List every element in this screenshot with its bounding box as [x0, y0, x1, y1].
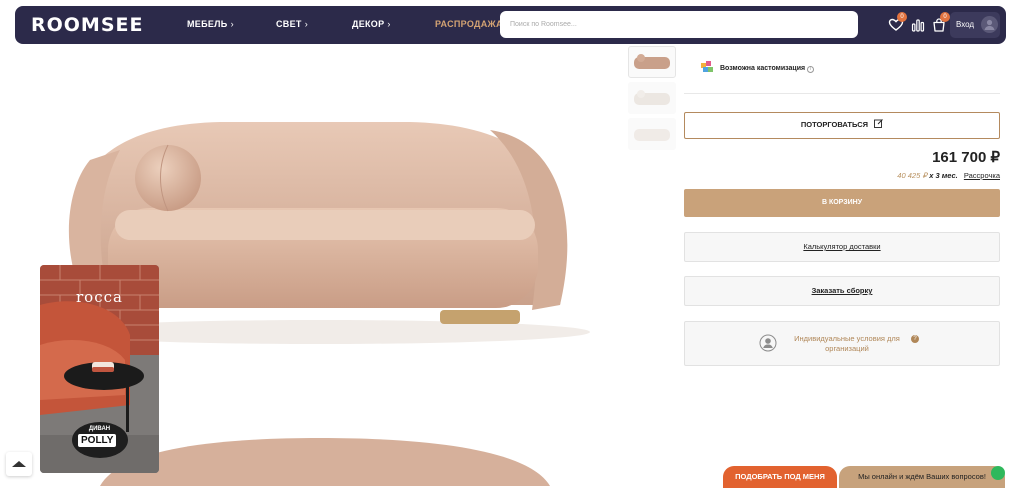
online-chat-button[interactable]: Мы онлайн и ждём Ваших вопросов!	[839, 466, 1005, 488]
customization-label: Возможна кастомизация	[720, 65, 806, 72]
bargain-button[interactable]: ПОТОРГОВАТЬСЯ	[684, 112, 1000, 139]
nav-label: СВЕТ	[276, 19, 302, 29]
add-to-cart-button[interactable]: В КОРЗИНУ	[684, 189, 1000, 217]
organization-terms-label: Индивидуальные условия для организаций	[794, 334, 900, 353]
site-logo[interactable]: ROOMSEE	[31, 14, 143, 36]
chevron-right-icon: ›	[387, 19, 391, 29]
product-price: 161 700 ₽	[932, 149, 1000, 166]
favorites-badge: 0	[897, 12, 907, 22]
chevron-right-icon: ›	[230, 19, 234, 29]
login-button[interactable]: Вход	[950, 12, 1000, 38]
installment-row: 40 425 ₽ x 3 мес. Рассрочка	[897, 171, 1000, 180]
edit-icon	[874, 119, 883, 128]
order-assembly-button[interactable]: Заказать сборку	[684, 276, 1000, 306]
nav-item-decor[interactable]: ДЕКОР ›	[352, 19, 391, 29]
nav-item-sale[interactable]: РАСПРОДАЖА	[435, 19, 503, 29]
scroll-to-top-button[interactable]	[6, 452, 32, 476]
pick-for-me-button[interactable]: ПОДОБРАТЬ ПОД МЕНЯ	[723, 466, 837, 488]
nav-label: РАСПРОДАЖА	[435, 19, 503, 29]
user-avatar-icon	[981, 16, 998, 33]
promo-product-name: POLLY	[78, 434, 117, 447]
installment-amount: 40 425 ₽	[897, 171, 928, 180]
promo-brand-logo: rocca	[76, 288, 123, 306]
nav-item-light[interactable]: СВЕТ ›	[276, 19, 308, 29]
user-circle-icon	[759, 334, 777, 352]
nav-label: МЕБЕЛЬ	[187, 19, 228, 29]
installment-link[interactable]: Рассрочка	[964, 171, 1000, 180]
thumbnail-2[interactable]	[628, 82, 676, 114]
installment-term: x 3 мес.	[929, 171, 958, 180]
cart-badge: 0	[940, 12, 950, 22]
help-icon[interactable]: ?	[911, 335, 919, 343]
organization-terms-button[interactable]: Индивидуальные условия для организаций ?	[684, 321, 1000, 366]
chevron-right-icon: ›	[304, 19, 309, 29]
triangle-up-icon	[12, 461, 26, 467]
thumbnail-strip	[628, 46, 676, 154]
compare-icon[interactable]	[910, 17, 926, 33]
promo-video-card[interactable]: rocca ДИВАН POLLY	[40, 265, 159, 473]
palette-icon	[701, 61, 713, 72]
customization-text: Возможна кастомизация i	[720, 65, 815, 73]
thumbnail-1[interactable]	[628, 46, 676, 78]
promo-subtitle: ДИВАН	[88, 426, 111, 432]
online-status-icon	[991, 466, 1005, 480]
info-icon[interactable]: i	[807, 66, 815, 73]
site-header: ROOMSEE МЕБЕЛЬ › СВЕТ › ДЕКОР › РАСПРОДАЖА …	[15, 6, 1006, 44]
delivery-calculator-button[interactable]: Калькулятор доставки	[684, 232, 1000, 262]
search-input[interactable]	[500, 11, 858, 38]
login-label: Вход	[956, 20, 975, 29]
nav-label: ДЕКОР	[352, 19, 385, 29]
divider	[684, 93, 1000, 94]
nav-item-furniture[interactable]: МЕБЕЛЬ ›	[187, 19, 234, 29]
bargain-label: ПОТОРГОВАТЬСЯ	[800, 120, 869, 129]
thumbnail-3[interactable]	[628, 118, 676, 150]
